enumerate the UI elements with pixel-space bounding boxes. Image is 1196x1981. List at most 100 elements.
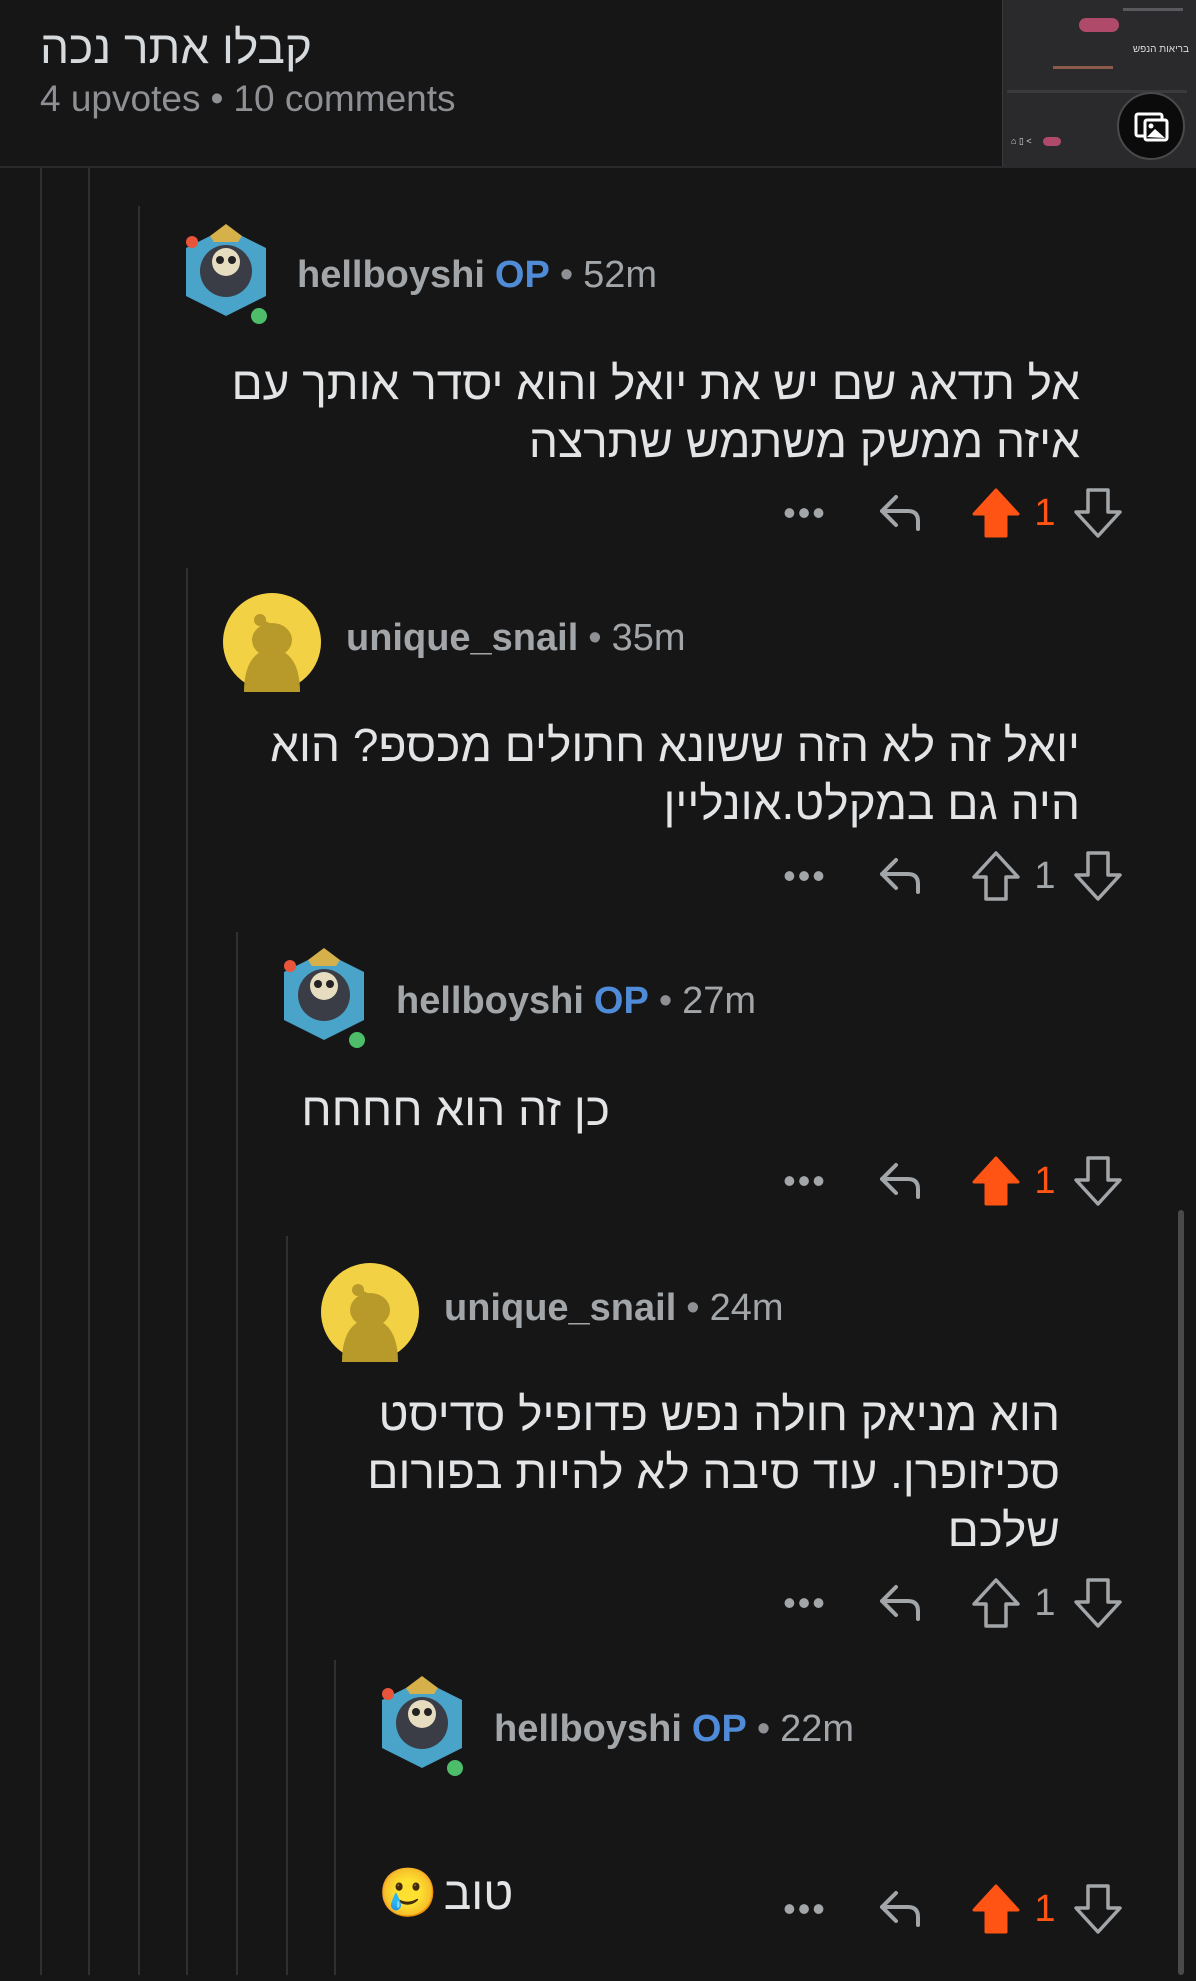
comment-time: 27m	[682, 980, 757, 1022]
user-avatar[interactable]	[372, 1668, 472, 1780]
upvote-icon[interactable]	[968, 846, 1024, 906]
meta-separator: •	[686, 1287, 700, 1329]
username[interactable]: unique_snail	[444, 1287, 676, 1329]
vote-score: 1	[1034, 1887, 1056, 1930]
reply-arrow	[880, 1585, 920, 1621]
reply-icon[interactable]	[870, 1879, 930, 1939]
picture-in-picture-preview[interactable]: בריאות הנפש ⌂ ▯ <	[1002, 0, 1196, 166]
upvote-arrow	[972, 1156, 1020, 1206]
reply-icon[interactable]	[870, 1573, 930, 1633]
pip-pill	[1043, 137, 1061, 146]
comment-time: 35m	[611, 617, 686, 659]
thread-line	[286, 1236, 288, 1975]
comment-actions: ••• 1	[770, 483, 1150, 543]
more-options-button[interactable]: •••	[770, 483, 840, 543]
username[interactable]: hellboyshi	[494, 1708, 682, 1750]
reply-arrow	[880, 1891, 920, 1927]
user-avatar[interactable]	[274, 940, 374, 1052]
upvote-icon[interactable]	[968, 1151, 1024, 1211]
comment-author[interactable]: hellboyshi OP • 52m	[297, 254, 657, 297]
reply-arrow	[880, 858, 920, 894]
downvote-icon[interactable]	[1070, 1879, 1126, 1939]
comment-body: הוא מניאק חולה נפש פדופיל סדיסט סכיזופרן…	[367, 1388, 1060, 1556]
user-avatar[interactable]	[176, 216, 276, 328]
pip-text: בריאות הנפש	[1132, 44, 1189, 55]
comment-time: 22m	[780, 1708, 855, 1750]
more-options-button[interactable]: •••	[770, 1151, 840, 1211]
upvote-arrow	[972, 1884, 1020, 1934]
reply-icon[interactable]	[870, 1151, 930, 1211]
reply-arrow	[880, 495, 920, 531]
post-title: קבלו אתר נכה	[40, 21, 313, 73]
reply-arrow	[880, 1163, 920, 1199]
vote-score: 1	[1034, 854, 1056, 897]
comment-actions: ••• 1	[770, 846, 1150, 906]
comment-author[interactable]: unique_snail • 24m	[444, 1287, 784, 1330]
comment-time: 24m	[709, 1287, 784, 1329]
meta-separator: •	[559, 254, 574, 296]
thread-line	[236, 932, 238, 1975]
comment-actions: ••• 1	[770, 1151, 1150, 1211]
comment-body: כן זה הוא חחחח	[301, 1083, 610, 1135]
comment-count: 10 comments	[233, 78, 456, 119]
downvote-arrow	[1074, 1884, 1122, 1934]
comment-text: טוב	[443, 1867, 514, 1919]
user-avatar[interactable]	[222, 592, 322, 692]
downvote-arrow	[1074, 488, 1122, 538]
pip-mini-actions: ⌂ ▯ <	[1011, 136, 1032, 146]
image-icon	[1134, 112, 1169, 142]
downvote-icon[interactable]	[1070, 1151, 1126, 1211]
reply-icon[interactable]	[870, 846, 930, 906]
pip-line	[1123, 8, 1183, 11]
comment-actions: ••• 1	[770, 1573, 1150, 1633]
upvote-arrow	[972, 1578, 1020, 1628]
more-options-button[interactable]: •••	[770, 1573, 840, 1633]
meta-separator: •	[210, 78, 224, 119]
vote-score: 1	[1034, 491, 1056, 534]
upvote-count: 4 upvotes	[40, 78, 201, 119]
thread-line	[186, 568, 188, 1975]
more-options-button[interactable]: •••	[770, 846, 840, 906]
op-badge: OP	[494, 254, 550, 296]
scrollbar[interactable]	[1178, 1210, 1184, 1975]
upvote-icon[interactable]	[968, 483, 1024, 543]
meta-separator: •	[756, 1708, 771, 1750]
post-header: קבלו אתר נכה 4 upvotes • 10 comments בריאו…	[0, 0, 1196, 168]
downvote-arrow	[1074, 851, 1122, 901]
comment-time: 52m	[583, 254, 658, 296]
downvote-icon[interactable]	[1070, 846, 1126, 906]
reply-icon[interactable]	[870, 483, 930, 543]
pip-pill	[1079, 18, 1119, 32]
upvote-arrow	[972, 488, 1020, 538]
upvote-icon[interactable]	[968, 1573, 1024, 1633]
crying-face-icon: 🥲	[378, 1867, 438, 1920]
comment-body: טוב🥲	[378, 1806, 638, 1981]
thread-line	[40, 166, 42, 1975]
downvote-arrow	[1074, 1578, 1122, 1628]
comment-actions: ••• 1	[770, 1879, 1150, 1939]
thread-line	[88, 166, 90, 1975]
upvote-icon[interactable]	[968, 1879, 1024, 1939]
username[interactable]: hellboyshi	[297, 254, 485, 296]
comment-author[interactable]: hellboyshi OP • 27m	[396, 980, 756, 1023]
upvote-arrow	[972, 851, 1020, 901]
username[interactable]: unique_snail	[346, 617, 578, 659]
user-avatar[interactable]	[320, 1262, 420, 1362]
thread-line	[138, 206, 140, 1975]
more-options-button[interactable]: •••	[770, 1879, 840, 1939]
meta-separator: •	[588, 617, 602, 659]
thread-line	[334, 1660, 336, 1975]
comment-author[interactable]: unique_snail • 35m	[346, 617, 686, 660]
post-meta: 4 upvotes • 10 comments	[40, 78, 456, 120]
vote-score: 1	[1034, 1581, 1056, 1624]
picture-in-picture-icon[interactable]	[1117, 92, 1185, 160]
downvote-icon[interactable]	[1070, 1573, 1126, 1633]
vote-score: 1	[1034, 1159, 1056, 1202]
downvote-icon[interactable]	[1070, 483, 1126, 543]
meta-separator: •	[658, 980, 673, 1022]
comment-body: אל תדאג שם יש את יואל והוא יסדר אותך עם …	[231, 357, 1080, 467]
username[interactable]: hellboyshi	[396, 980, 584, 1022]
pip-line	[1053, 66, 1113, 69]
comment-author[interactable]: hellboyshi OP • 22m	[494, 1708, 854, 1751]
op-badge: OP	[593, 980, 649, 1022]
